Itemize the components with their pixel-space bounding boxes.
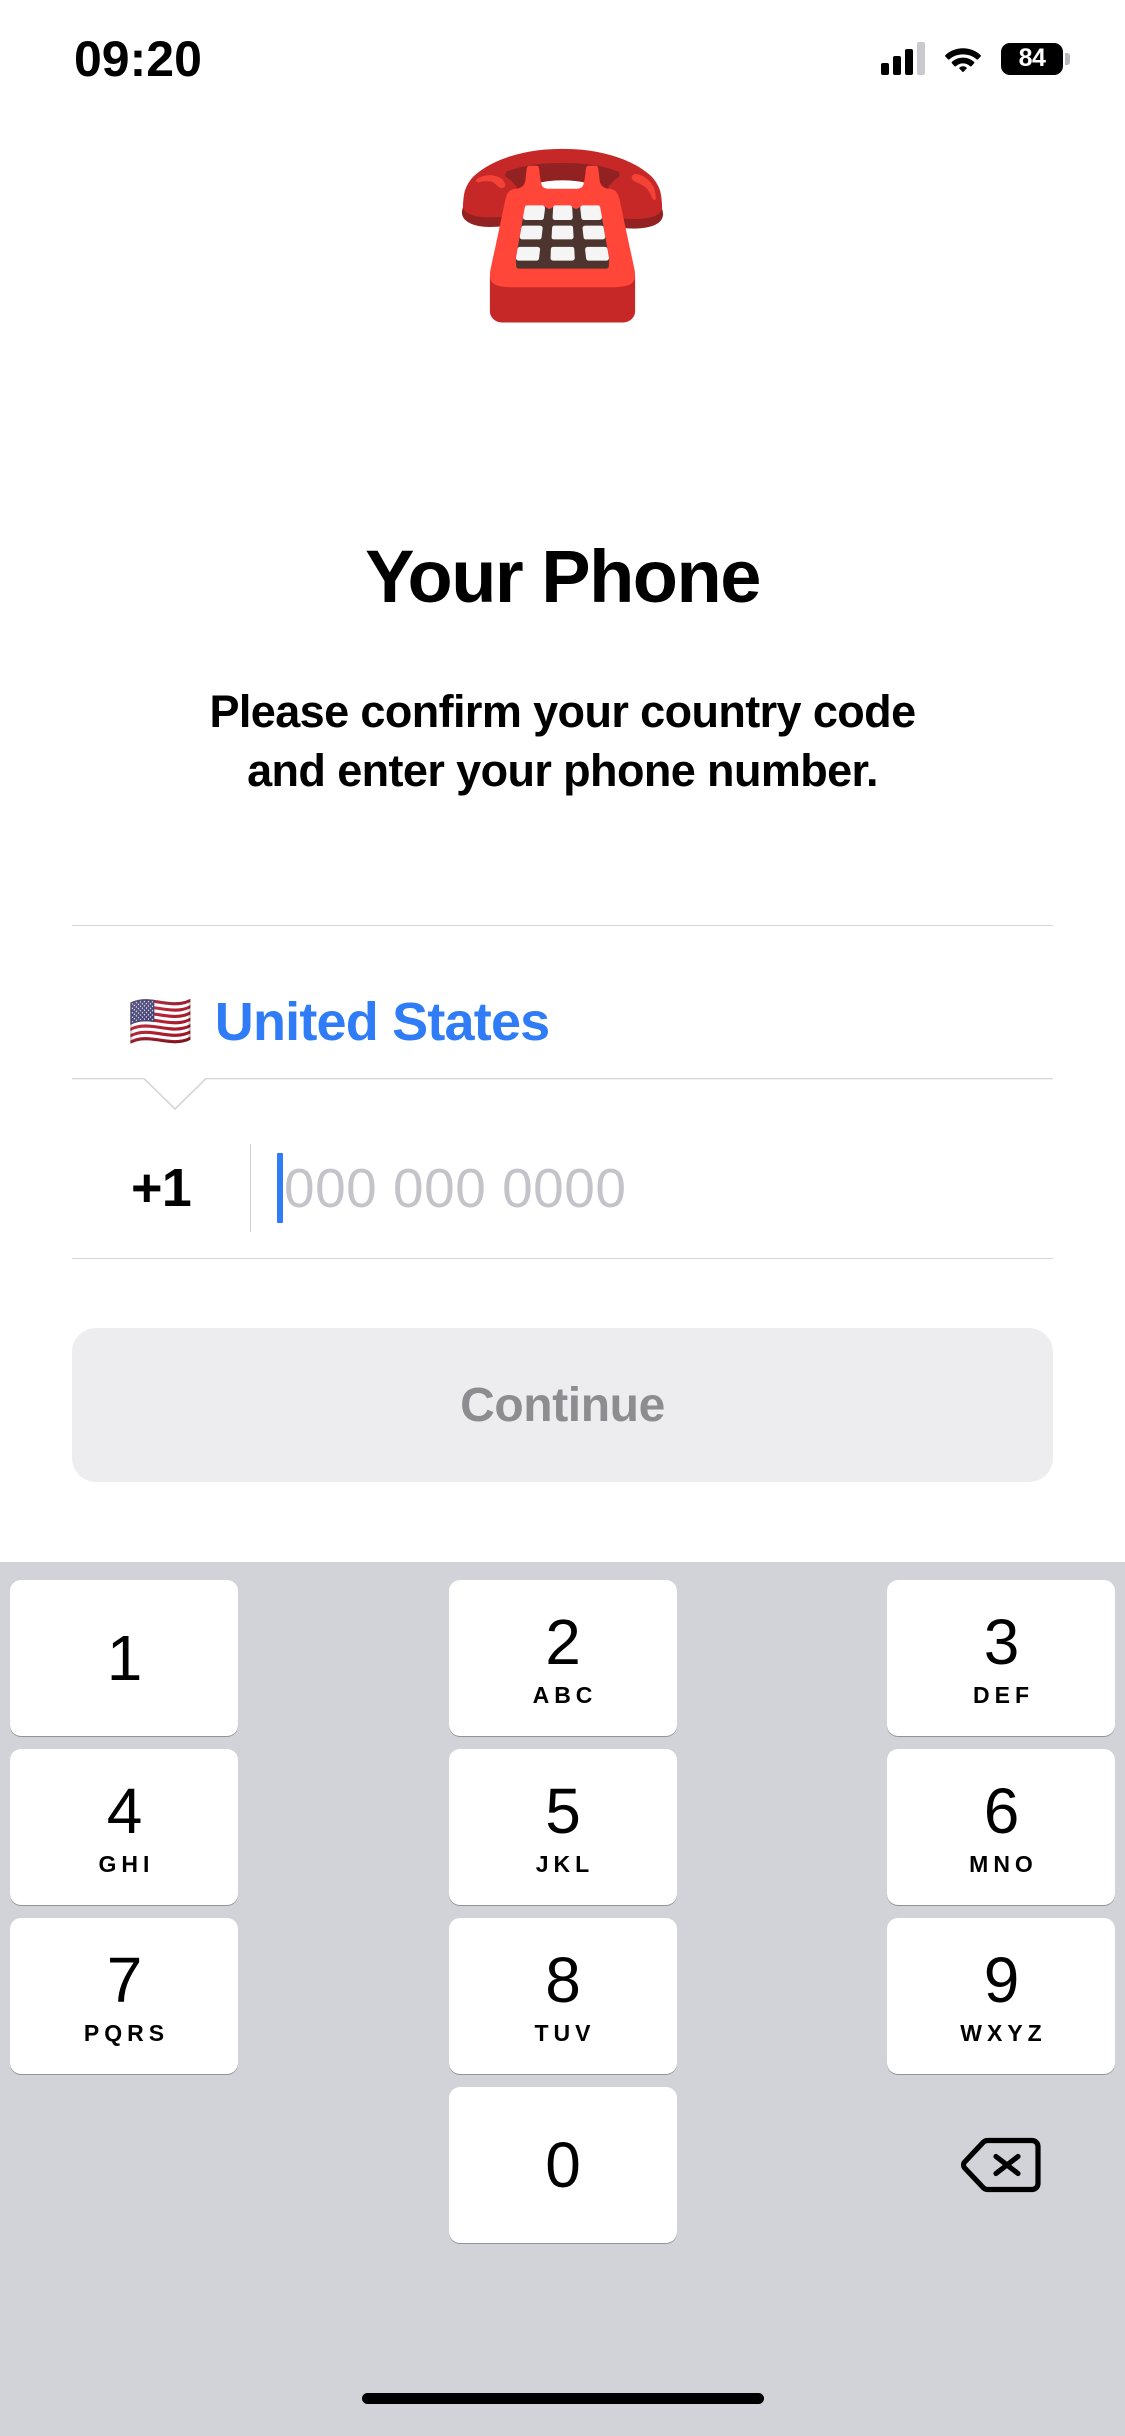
key-digit: 6: [984, 1779, 1019, 1843]
key-letters: WXYZ: [960, 2022, 1046, 2045]
key-letters: TUV: [535, 2022, 596, 2045]
cellular-bars-icon: [881, 43, 925, 75]
status-bar-indicators: 84: [881, 43, 1063, 75]
key-blank: [10, 2087, 238, 2243]
keypad-row: 7 PQRS 8 TUV 9 WXYZ: [10, 1918, 1115, 2074]
wifi-icon: [943, 44, 983, 74]
key-letters: MNO: [969, 1853, 1038, 1876]
subtitle-line-1: Please confirm your country code: [209, 686, 915, 737]
key-7[interactable]: 7 PQRS: [10, 1918, 238, 2074]
backspace-icon[interactable]: [887, 2087, 1115, 2243]
telephone-emoji: ☎️: [0, 138, 1125, 314]
divider-with-notch: [72, 1078, 1053, 1118]
page-title: Your Phone: [0, 540, 1125, 614]
key-4[interactable]: 4 GHI: [10, 1749, 238, 1905]
key-5[interactable]: 5 JKL: [449, 1749, 677, 1905]
divider-below-number: [72, 1258, 1053, 1259]
key-digit: 8: [545, 1948, 580, 2012]
key-letters: GHI: [99, 1853, 155, 1876]
keypad-row: 0: [10, 2087, 1115, 2243]
key-1[interactable]: 1: [10, 1580, 238, 1736]
subtitle-line-2: and enter your phone number.: [247, 745, 878, 796]
key-digit: 9: [984, 1948, 1019, 2012]
status-bar-clock: 09:20: [74, 34, 202, 84]
key-letters: ABC: [533, 1684, 598, 1707]
key-letters: PQRS: [84, 2022, 169, 2045]
key-letters: DEF: [973, 1684, 1034, 1707]
key-digit: 1: [107, 1626, 142, 1690]
flag-united-states-icon: 🇺🇸: [128, 996, 193, 1048]
key-2[interactable]: 2 ABC: [449, 1580, 677, 1736]
battery-icon: 84: [1001, 43, 1063, 75]
home-indicator: [362, 2393, 764, 2404]
key-8[interactable]: 8 TUV: [449, 1918, 677, 2074]
key-digit: 7: [107, 1948, 142, 2012]
keypad-row: 1 2 ABC 3 DEF: [10, 1580, 1115, 1736]
key-letters: JKL: [536, 1853, 594, 1876]
phone-number-row[interactable]: +1 000 000 0000: [72, 1120, 1053, 1255]
divider-above-country: [72, 925, 1053, 926]
key-digit: 3: [984, 1610, 1019, 1674]
key-9[interactable]: 9 WXYZ: [887, 1918, 1115, 2074]
key-3[interactable]: 3 DEF: [887, 1580, 1115, 1736]
dial-code-label: +1: [72, 1157, 250, 1219]
country-name-label: United States: [215, 995, 550, 1049]
key-6[interactable]: 6 MNO: [887, 1749, 1115, 1905]
keypad-row: 4 GHI 5 JKL 6 MNO: [10, 1749, 1115, 1905]
page-subtitle: Please confirm your country code and ent…: [0, 682, 1125, 801]
phone-number-placeholder: 000 000 0000: [284, 1156, 626, 1220]
country-selector[interactable]: 🇺🇸 United States: [72, 966, 1053, 1078]
continue-button[interactable]: Continue: [72, 1328, 1053, 1482]
key-digit: 2: [545, 1610, 580, 1674]
key-digit: 4: [107, 1779, 142, 1843]
battery-level-label: 84: [1019, 46, 1046, 71]
key-0[interactable]: 0: [449, 2087, 677, 2243]
phone-screen: 09:20 84 ☎️ Your Phone Please confirm yo…: [0, 0, 1125, 2436]
status-bar: 09:20 84: [0, 0, 1125, 110]
text-caret: [277, 1153, 283, 1223]
key-digit: 5: [545, 1779, 580, 1843]
numeric-keypad: 1 2 ABC 3 DEF 4 GHI 5 JKL 6 MNO: [0, 1562, 1125, 2436]
phone-number-input[interactable]: 000 000 0000: [251, 1120, 1053, 1255]
key-digit: 0: [545, 2133, 580, 2197]
